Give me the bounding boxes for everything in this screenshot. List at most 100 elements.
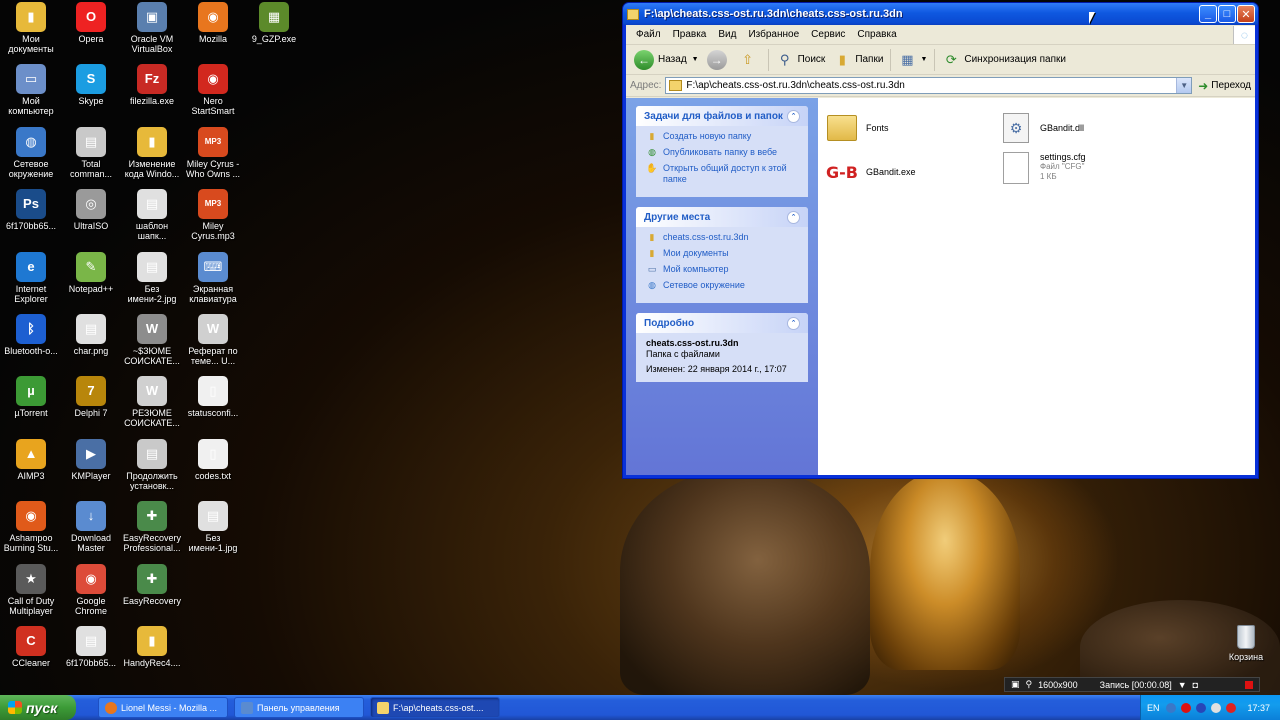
- close-button[interactable]: ✕: [1237, 5, 1255, 23]
- desktop-icon[interactable]: W РЕЗЮМЕ СОИСКАТЕ...: [121, 376, 183, 428]
- desktop-icon[interactable]: ◎ UltraISO: [60, 189, 122, 231]
- desktop-icon[interactable]: ▶ KMPlayer: [60, 438, 122, 481]
- desktop-icon[interactable]: ✎ Notepad++: [60, 251, 122, 294]
- task-publish-web[interactable]: ◍ Опубликовать папку в вебе: [646, 147, 798, 158]
- file-list[interactable]: Fonts ⚙ GBandit.dll G-B GBandit.exe sett…: [818, 98, 1255, 475]
- place-my-computer[interactable]: ▭ Мой компьютер: [646, 264, 798, 275]
- collapse-icon[interactable]: ⌃: [787, 316, 800, 330]
- desktop-icon[interactable]: ◉ Nero StartSmart: [182, 64, 244, 116]
- menu-edit[interactable]: Правка: [667, 29, 713, 40]
- back-button[interactable]: ← Назад ▼: [630, 48, 703, 72]
- sync-button[interactable]: ⟳ Синхронизация папки: [938, 48, 1070, 72]
- menu-file[interactable]: Файл: [630, 29, 667, 40]
- desktop-icon[interactable]: 7 Delphi 7: [60, 376, 122, 418]
- forward-button[interactable]: →: [703, 48, 735, 72]
- place-my-documents[interactable]: ▮ Мои документы: [646, 248, 798, 259]
- place-parent-folder[interactable]: ▮ cheats.css-ost.ru.3dn: [646, 232, 798, 243]
- desktop-icon[interactable]: ◍ Сетевое окружение: [0, 126, 62, 179]
- minimize-button[interactable]: _: [1199, 5, 1217, 23]
- desktop-icon[interactable]: ▤ Без имени-1.jpg: [182, 501, 244, 553]
- desktop-icon[interactable]: ▮ HandyRec4....: [121, 626, 183, 668]
- tasks-panel-header[interactable]: Задачи для файлов и папок ⌃: [636, 106, 808, 126]
- recorder-stop-icon[interactable]: [1245, 680, 1253, 689]
- desktop-icon[interactable]: MP3 Miley Cyrus - Who Owns ...: [182, 126, 244, 179]
- file-item-gbandit-exe[interactable]: G-B GBandit.exe: [826, 156, 916, 188]
- taskbar-item-explorer[interactable]: F:\ap\cheats.css-ost....: [370, 697, 500, 718]
- task-share-folder[interactable]: ✋ Открыть общий доступ к этой папке: [646, 163, 798, 185]
- desktop-icon[interactable]: Ps 6f170bb65...: [0, 189, 62, 231]
- recorder-window-icon[interactable]: ▣: [1011, 679, 1020, 690]
- up-folder-button[interactable]: ⇧: [735, 48, 765, 72]
- desktop-icon[interactable]: ᛒ Bluetooth-о...: [0, 314, 62, 356]
- desktop-icon[interactable]: ✚ EasyRecovery Professional...: [121, 501, 183, 553]
- desktop-icon[interactable]: ▮ Мои документы: [0, 2, 62, 54]
- back-dropdown-icon[interactable]: ▼: [692, 56, 699, 63]
- desktop-icon[interactable]: ◉ Ashampoo Burning Stu...: [0, 501, 62, 553]
- desktop-icon[interactable]: ▤ шаблон шапк...: [121, 189, 183, 241]
- desktop-icon[interactable]: ▤ Без имени-2.jpg: [121, 251, 183, 304]
- desktop-icon[interactable]: W Реферат по теме... U...: [182, 314, 244, 366]
- desktop-icon[interactable]: ▣ Oracle VM VirtualBox: [121, 2, 183, 54]
- volume-tray-icon[interactable]: [1210, 702, 1221, 713]
- desktop-icon[interactable]: µ µTorrent: [0, 376, 62, 418]
- desktop-icon[interactable]: e Internet Explorer: [0, 251, 62, 304]
- collapse-icon[interactable]: ⌃: [787, 109, 800, 123]
- details-panel-header[interactable]: Подробно ⌃: [636, 313, 808, 333]
- bluetooth-tray-icon[interactable]: [1195, 702, 1206, 713]
- desktop-icon[interactable]: ◉ Google Chrome: [60, 563, 122, 616]
- file-item-fonts[interactable]: Fonts: [826, 112, 889, 144]
- file-item-gbandit-dll[interactable]: ⚙ GBandit.dll: [1000, 112, 1084, 144]
- desktop-icon[interactable]: O Opera: [60, 2, 122, 44]
- menu-favorites[interactable]: Избранное: [742, 29, 805, 40]
- desktop-icon-recycle-bin[interactable]: Корзина: [1218, 625, 1274, 662]
- desktop-icon[interactable]: Fz filezilla.exe: [121, 64, 183, 106]
- desktop-icon[interactable]: ▭ Мой компьютер: [0, 64, 62, 116]
- explorer-window[interactable]: F:\ap\cheats.css-ost.ru.3dn\cheats.css-o…: [622, 2, 1259, 479]
- desktop-icon[interactable]: ▤ Total comman...: [60, 126, 122, 179]
- window-titlebar[interactable]: F:\ap\cheats.css-ost.ru.3dn\cheats.css-o…: [623, 3, 1258, 25]
- recorder-zoom-icon[interactable]: ⚲: [1026, 679, 1033, 690]
- recorder-tray-icon[interactable]: [1180, 702, 1191, 713]
- start-button[interactable]: пуск: [0, 695, 76, 720]
- go-button[interactable]: ➜ Переход: [1198, 79, 1251, 93]
- desktop-icon[interactable]: ▤ Продолжить установк...: [121, 438, 183, 491]
- taskbar-item-firefox[interactable]: Lionel Messi - Mozilla ...: [98, 697, 228, 718]
- desktop-icon[interactable]: ▤ 6f170bb65...: [60, 626, 122, 668]
- menu-tools[interactable]: Сервис: [805, 29, 851, 40]
- address-dropdown-icon[interactable]: ▼: [1176, 78, 1192, 93]
- desktop-icon[interactable]: ▮ Изменение кода Windo...: [121, 126, 183, 179]
- desktop-icon[interactable]: ▦ 9_GZP.exe: [243, 2, 305, 44]
- desktop-icon[interactable]: W ~$ЗЮМЕ СОИСКАТЕ...: [121, 314, 183, 366]
- desktop-icon[interactable]: S Skype: [60, 64, 122, 106]
- desktop-icon[interactable]: ▤ char.png: [60, 314, 122, 356]
- desktop-icon[interactable]: ✚ EasyRecovery: [121, 563, 183, 606]
- desktop-icon[interactable]: ▯ codes.txt: [182, 438, 244, 481]
- recorder-camera-icon[interactable]: ◘: [1193, 680, 1198, 690]
- antivirus-tray-icon[interactable]: [1225, 702, 1236, 713]
- desktop-icon[interactable]: ⌨ Экранная клавиатура: [182, 251, 244, 304]
- desktop-icon[interactable]: ▯ statusconfi...: [182, 376, 244, 418]
- recorder-dropdown-icon[interactable]: ▼: [1178, 680, 1187, 690]
- file-item-settings-cfg[interactable]: settings.cfg Файл "CFG" 1 КБ: [1000, 152, 1086, 184]
- language-indicator[interactable]: EN: [1147, 703, 1160, 713]
- menu-help[interactable]: Справка: [851, 29, 902, 40]
- place-network[interactable]: ◍ Сетевое окружение: [646, 280, 798, 291]
- desktop-icon[interactable]: ▲ AIMP3: [0, 438, 62, 481]
- desktop-icon[interactable]: ◉ Mozilla: [182, 2, 244, 44]
- desktop-icon[interactable]: C CCleaner: [0, 626, 62, 668]
- clock[interactable]: 17:37: [1247, 703, 1270, 713]
- network-tray-icon[interactable]: [1165, 702, 1176, 713]
- folders-button[interactable]: ▮ Папки: [829, 48, 887, 72]
- taskbar-item-control-panel[interactable]: Панель управления: [234, 697, 364, 718]
- desktop-icon[interactable]: ↓ Download Master: [60, 501, 122, 553]
- desktop-icon[interactable]: MP3 Miley Cyrus.mp3: [182, 189, 244, 241]
- maximize-button[interactable]: □: [1218, 5, 1236, 23]
- views-button[interactable]: ▦ ▼: [894, 48, 931, 72]
- places-panel-header[interactable]: Другие места ⌃: [636, 207, 808, 227]
- collapse-icon[interactable]: ⌃: [787, 210, 800, 224]
- search-button[interactable]: ⚲ Поиск: [772, 48, 830, 72]
- menu-view[interactable]: Вид: [712, 29, 742, 40]
- task-new-folder[interactable]: ▮ Создать новую папку: [646, 131, 798, 142]
- desktop-icon[interactable]: ★ Call of Duty Multiplayer: [0, 563, 62, 616]
- address-input[interactable]: F:\ap\cheats.css-ost.ru.3dn\cheats.css-o…: [665, 77, 1193, 94]
